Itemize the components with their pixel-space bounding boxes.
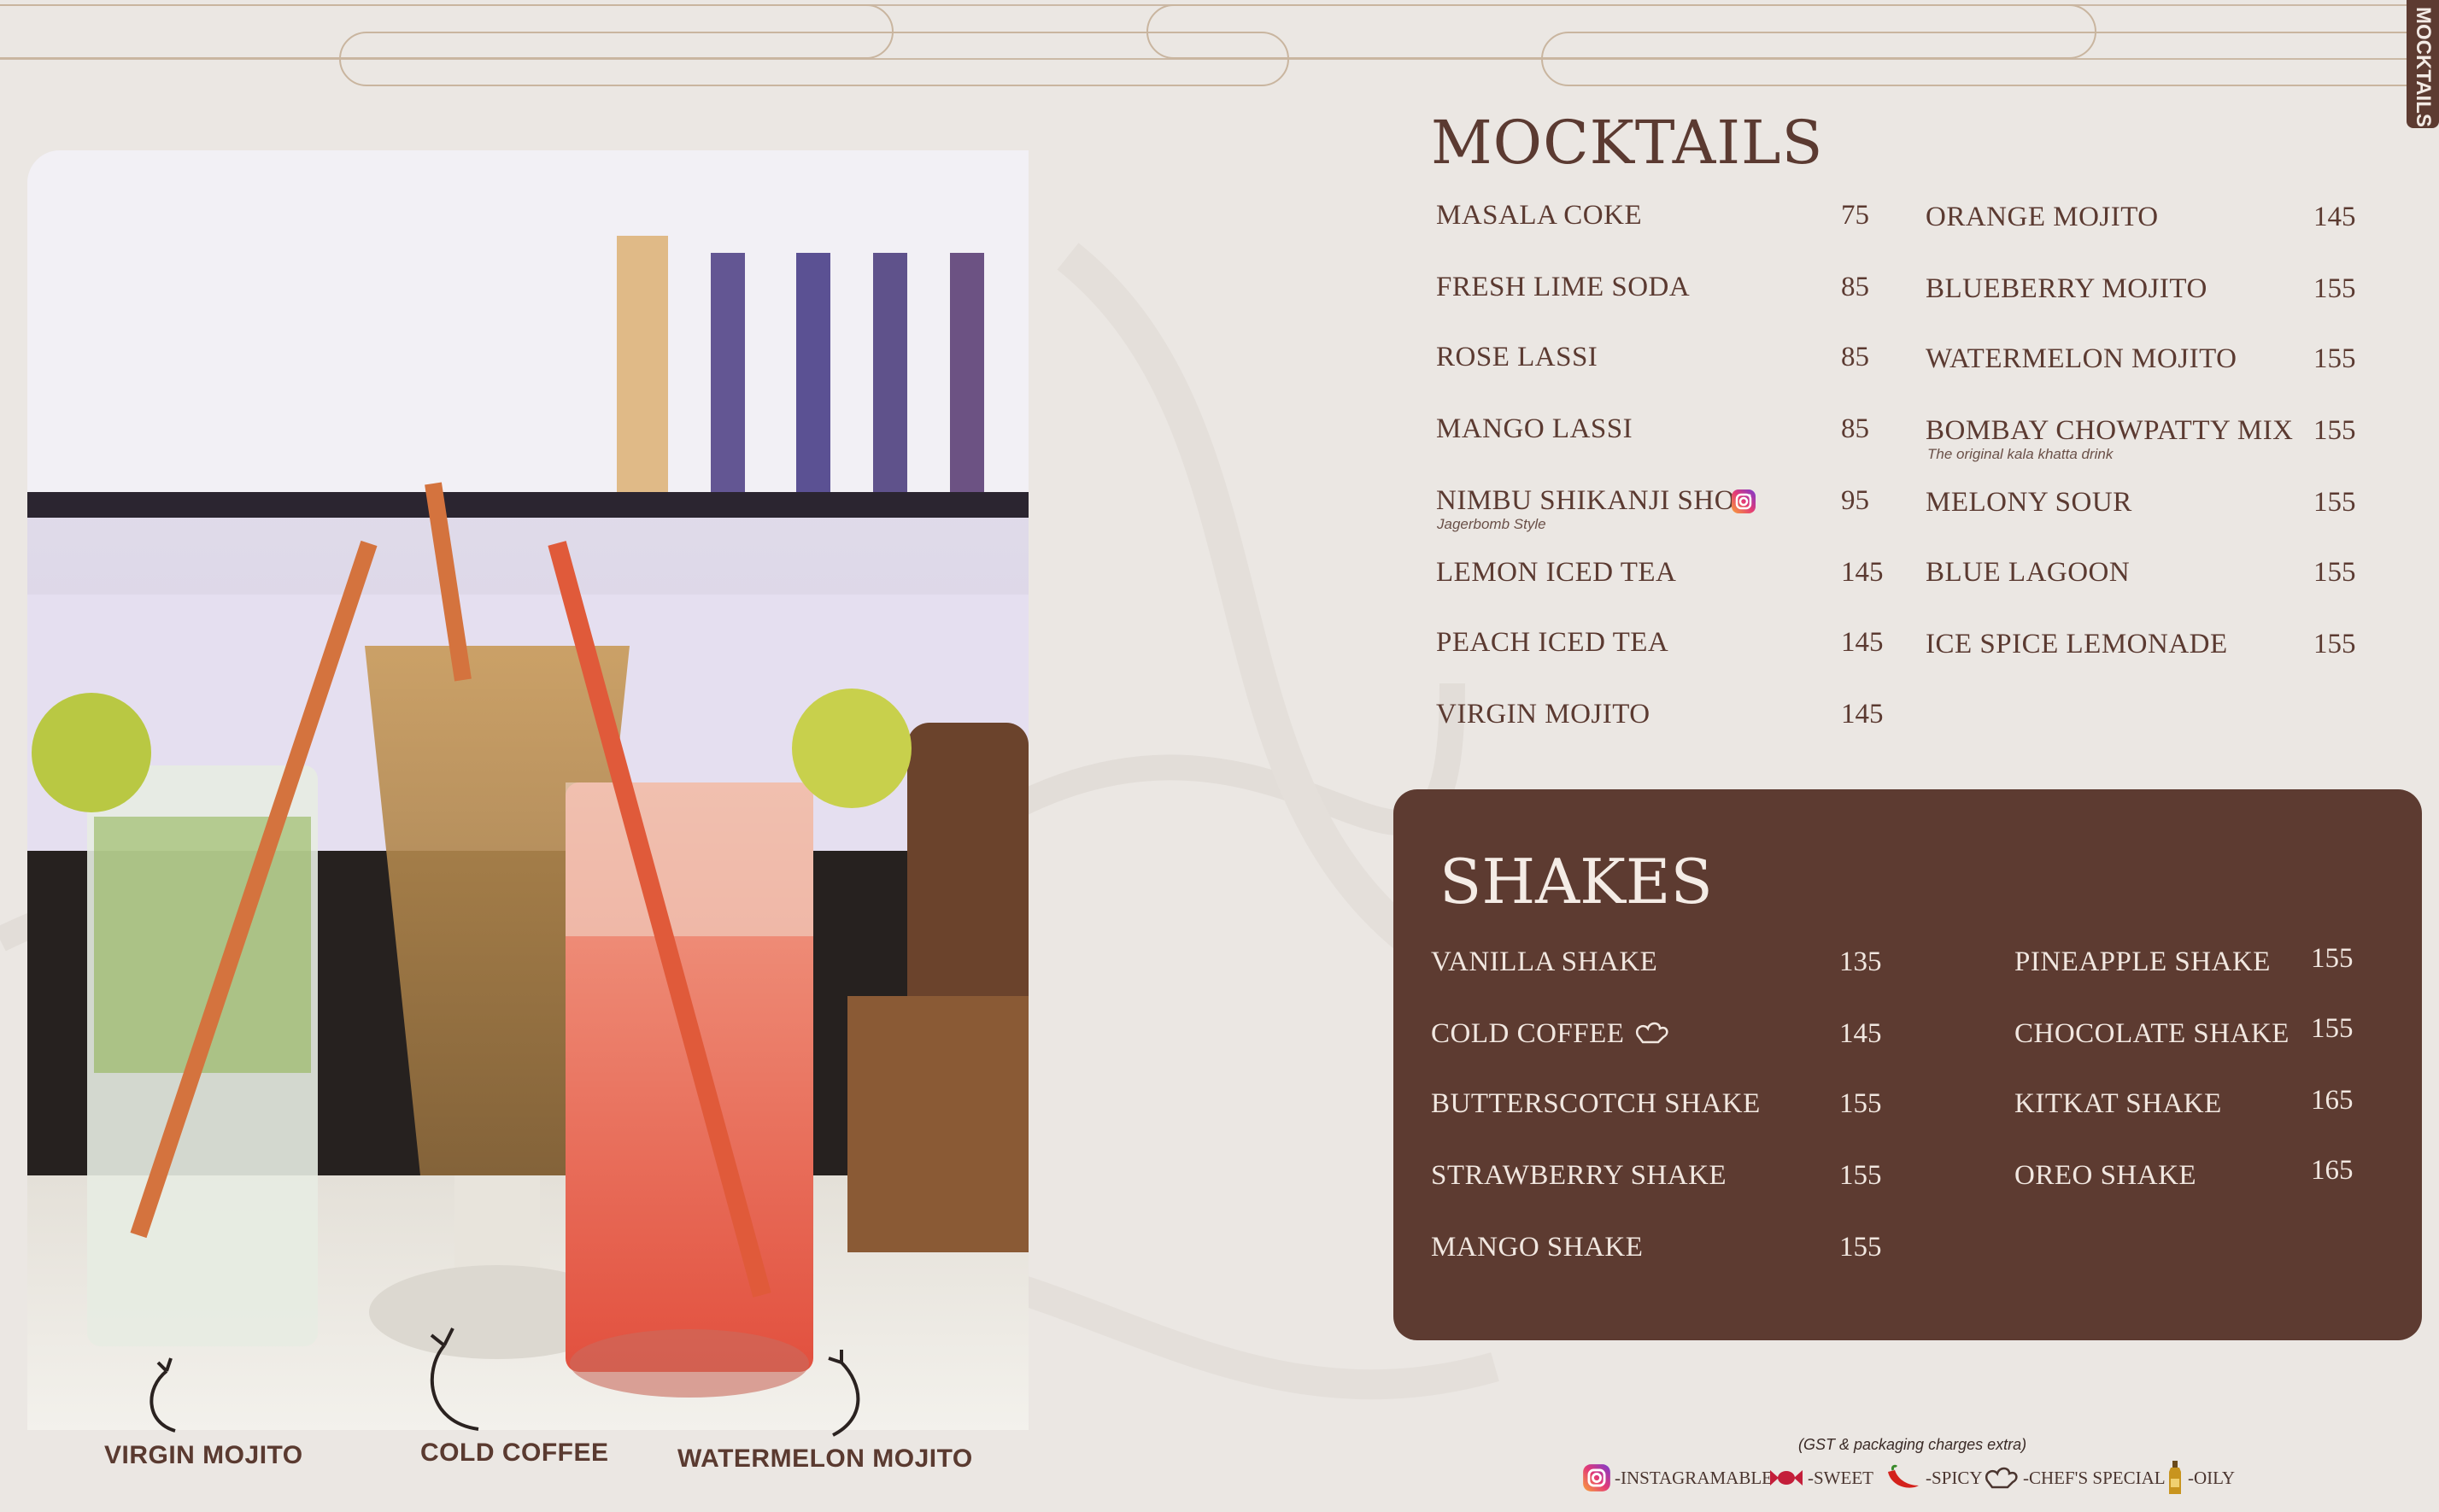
- menu-item-name: STRAWBERRY SHAKE: [1431, 1160, 1727, 1191]
- menu-item-price: 155: [2313, 273, 2356, 304]
- menu-item-price: 155: [1839, 1160, 1882, 1191]
- menu-item-name: ORANGE MOJITO: [1926, 202, 2159, 232]
- sweet-icon: [1770, 1470, 1803, 1486]
- menu-item-price: 85: [1841, 413, 1869, 444]
- menu-item-name: NIMBU SHIKANJI SHOT: [1436, 485, 1753, 516]
- spicy-icon: [1888, 1464, 1919, 1488]
- legend-chefs-special: -CHEF'S SPECIAL: [1982, 1462, 2166, 1493]
- legend-instagramable: -INSTAGRAMABLE: [1582, 1462, 1773, 1493]
- chefs-special-icon: [1635, 1022, 1668, 1044]
- menu-item-price: 135: [1839, 946, 1882, 977]
- menu-item-price: 145: [2313, 202, 2356, 232]
- menu-item-price: 155: [2311, 943, 2354, 974]
- section-side-tab[interactable]: MOCKTAILS: [2407, 0, 2439, 128]
- photo-caption: VIRGIN MOJITO: [104, 1441, 303, 1469]
- caption-arrow-icon: [828, 1350, 860, 1437]
- menu-item-name: PINEAPPLE SHAKE: [2014, 946, 2271, 977]
- menu-item-price: 145: [1841, 557, 1884, 588]
- legend-label: -SPICY: [1926, 1467, 1983, 1488]
- menu-item-name: MELONY SOUR: [1926, 487, 2132, 518]
- menu-item-name: ROSE LASSI: [1436, 342, 1598, 372]
- legend-label: -OILY: [2188, 1467, 2236, 1488]
- menu-item-note: Jagerbomb Style: [1437, 516, 1546, 532]
- menu-item-price: 155: [2313, 487, 2356, 518]
- shakes-title: SHAKES: [1439, 846, 1713, 917]
- photo-caption: COLD COFFEE: [420, 1439, 609, 1467]
- menu-item-price: 155: [2311, 1013, 2354, 1044]
- legend-oily: -OILY: [2166, 1461, 2236, 1494]
- menu-item-price: 165: [2311, 1155, 2354, 1186]
- menu-item-price: 145: [1839, 1018, 1882, 1049]
- menu-item-price: 155: [2313, 557, 2356, 588]
- footer-note: (GST & packaging charges extra): [1798, 1436, 2027, 1453]
- legend-label: -CHEF'S SPECIAL: [2023, 1467, 2166, 1488]
- caption-arrow-icon: [150, 1357, 176, 1433]
- menu-item-name: ICE SPICE LEMONADE: [1926, 629, 2228, 659]
- menu-item-price: 145: [1841, 627, 1884, 658]
- menu-item-name: MANGO SHAKE: [1431, 1232, 1644, 1263]
- mocktails-title: MOCKTAILS: [1431, 108, 1824, 178]
- menu-item-name: COLD COFFEE: [1431, 1018, 1625, 1049]
- instagramable-icon: [1732, 489, 1756, 513]
- drinks-photo: [27, 150, 1029, 1430]
- legend-spicy: -SPICY: [1885, 1462, 1983, 1493]
- menu-item-name: BLUEBERRY MOJITO: [1926, 273, 2207, 304]
- photo-caption: WATERMELON MOJITO: [677, 1445, 973, 1473]
- menu-item-price: 155: [2313, 415, 2356, 446]
- caption-arrow-icon: [430, 1327, 479, 1431]
- menu-item-name: WATERMELON MOJITO: [1926, 343, 2237, 374]
- menu-item-price: 145: [1841, 699, 1884, 730]
- shakes-panel: SHAKES VANILLA SHAKE 135 COLD COFFEE 145…: [1393, 789, 2422, 1340]
- side-tab-label: MOCKTAILS: [2412, 7, 2435, 127]
- menu-item-name: MANGO LASSI: [1436, 413, 1633, 444]
- menu-item-name: FRESH LIME SODA: [1436, 272, 1691, 302]
- menu-item-name: VANILLA SHAKE: [1431, 946, 1658, 977]
- menu-item-name: BUTTERSCOTCH SHAKE: [1431, 1088, 1761, 1119]
- menu-item-price: 95: [1841, 485, 1869, 516]
- menu-item-name: BOMBAY CHOWPATTY MIX: [1926, 415, 2294, 446]
- oily-icon: [2169, 1461, 2181, 1494]
- menu-item-name: KITKAT SHAKE: [2014, 1088, 2222, 1119]
- menu-item-price: 155: [1839, 1088, 1882, 1119]
- menu-item-name: PEACH ICED TEA: [1436, 627, 1669, 658]
- chefs-special-icon: [1985, 1467, 2018, 1489]
- instagramable-icon: [1583, 1464, 1610, 1491]
- legend-label: -SWEET: [1808, 1467, 1873, 1488]
- menu-item-name: CHOCOLATE SHAKE: [2014, 1018, 2289, 1049]
- menu-item-price: 155: [2313, 629, 2356, 659]
- menu-item-name: LEMON ICED TEA: [1436, 557, 1677, 588]
- legend-label: -INSTAGRAMABLE: [1615, 1467, 1773, 1488]
- menu-item-name: MASALA COKE: [1436, 200, 1643, 231]
- menu-item-note: The original kala khatta drink: [1927, 446, 2114, 462]
- menu-item-price: 75: [1841, 200, 1869, 231]
- menu-item-price: 155: [1839, 1232, 1882, 1263]
- legend-sweet: -SWEET: [1768, 1462, 1873, 1493]
- menu-item-price: 155: [2313, 343, 2356, 374]
- menu-item-price: 165: [2311, 1085, 2354, 1116]
- menu-item-name: VIRGIN MOJITO: [1436, 699, 1650, 730]
- menu-item-name: OREO SHAKE: [2014, 1160, 2197, 1191]
- menu-item-price: 85: [1841, 342, 1869, 372]
- menu-item-name: BLUE LAGOON: [1926, 557, 2131, 588]
- menu-item-price: 85: [1841, 272, 1869, 302]
